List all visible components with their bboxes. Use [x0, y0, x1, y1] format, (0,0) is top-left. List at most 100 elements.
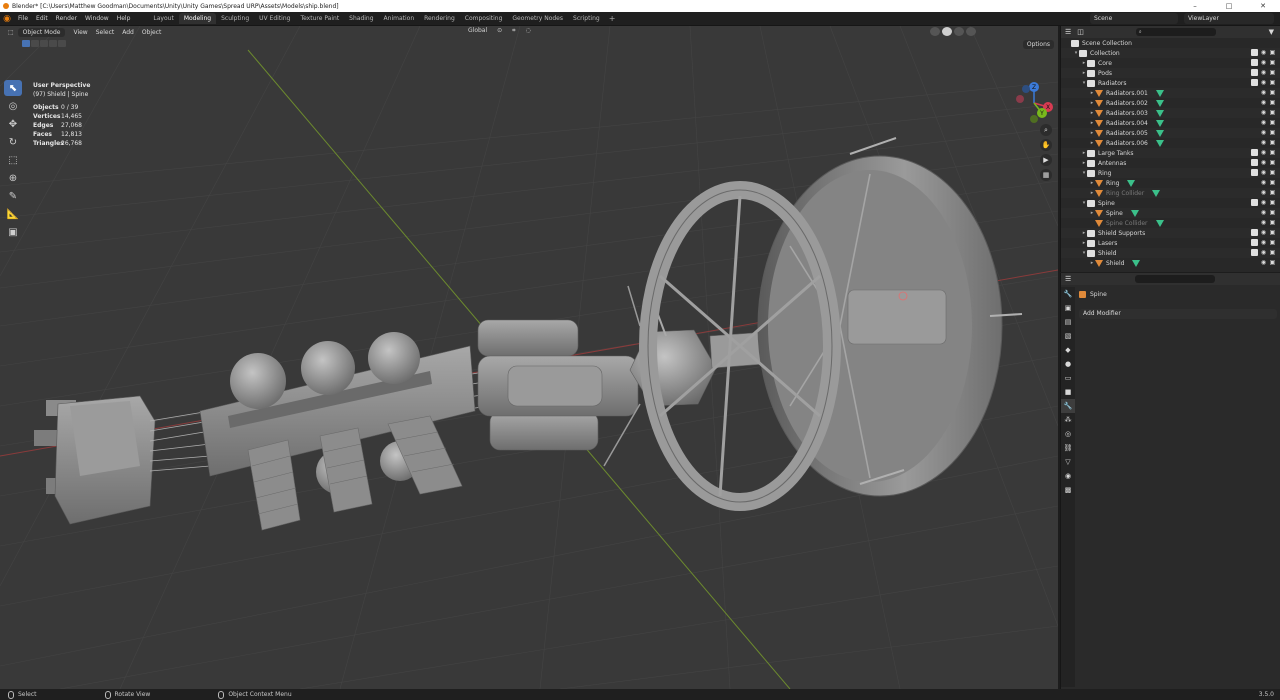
exclude-checkbox[interactable]: [1251, 239, 1258, 246]
render-camera-icon[interactable]: ▣: [1269, 129, 1276, 136]
world-tab-icon[interactable]: ●: [1061, 357, 1075, 371]
view-layer-tab-icon[interactable]: ▧: [1061, 329, 1075, 343]
texture-tab-icon[interactable]: ▩: [1061, 483, 1075, 497]
zoom-icon[interactable]: ⌕: [1040, 124, 1052, 136]
select-subtract-button[interactable]: [40, 40, 48, 47]
workspace-tab[interactable]: Compositing: [460, 13, 508, 24]
visibility-eye-icon[interactable]: ◉: [1260, 69, 1267, 76]
workspace-tab[interactable]: Shading: [344, 13, 378, 24]
visibility-eye-icon[interactable]: ◉: [1260, 249, 1267, 256]
workspace-tab[interactable]: Geometry Nodes: [507, 13, 568, 24]
outliner-row[interactable]: ▸ Radiators.006 ◉ ▣: [1061, 138, 1280, 148]
properties-editor-icon[interactable]: ☰: [1065, 275, 1071, 283]
menu-file[interactable]: File: [14, 15, 32, 22]
outliner-row[interactable]: ▸ Ring Collider ◉ ▣: [1061, 188, 1280, 198]
render-camera-icon[interactable]: ▣: [1269, 79, 1276, 86]
blender-logo-icon[interactable]: ◉: [0, 12, 14, 26]
visibility-eye-icon[interactable]: ◉: [1260, 99, 1267, 106]
outliner-row[interactable]: ▸ Radiators.002 ◉ ▣: [1061, 98, 1280, 108]
workspace-tab[interactable]: Sculpting: [216, 13, 254, 24]
options-dropdown[interactable]: Options: [1022, 40, 1054, 49]
cursor-tool-icon[interactable]: ◎: [4, 98, 22, 114]
pan-hand-icon[interactable]: ✋: [1040, 139, 1052, 151]
object-tab-icon[interactable]: ■: [1061, 385, 1075, 399]
outliner-row[interactable]: Spine Collider ◉ ▣: [1061, 218, 1280, 228]
navigation-gizmo[interactable]: Z X Y: [1012, 81, 1056, 125]
render-camera-icon[interactable]: ▣: [1269, 169, 1276, 176]
select-extend-button[interactable]: [31, 40, 39, 47]
render-camera-icon[interactable]: ▣: [1269, 69, 1276, 76]
outliner-row[interactable]: ▸ Radiators.001 ◉ ▣: [1061, 88, 1280, 98]
visibility-eye-icon[interactable]: ◉: [1260, 189, 1267, 196]
outliner-row[interactable]: ▸ Large Tanks ◉ ▣: [1061, 148, 1280, 158]
transform-tool-icon[interactable]: ⊕: [4, 170, 22, 186]
visibility-eye-icon[interactable]: ◉: [1260, 59, 1267, 66]
menu-help[interactable]: Help: [113, 15, 135, 22]
particles-tab-icon[interactable]: ⁂: [1061, 413, 1075, 427]
wireframe-shading-button[interactable]: [930, 27, 940, 36]
outliner-row[interactable]: ▸ Spine ◉ ▣: [1061, 208, 1280, 218]
menu-window[interactable]: Window: [81, 15, 113, 22]
visibility-eye-icon[interactable]: ◉: [1260, 259, 1267, 266]
rendered-shading-button[interactable]: [966, 27, 976, 36]
workspace-tab[interactable]: Texture Paint: [295, 13, 344, 24]
outliner-row[interactable]: Scene Collection: [1061, 38, 1280, 48]
outliner-editor-icon[interactable]: ☰: [1065, 28, 1071, 36]
visibility-eye-icon[interactable]: ◉: [1260, 89, 1267, 96]
render-camera-icon[interactable]: ▣: [1269, 179, 1276, 186]
properties-search-input[interactable]: [1135, 275, 1216, 283]
rotate-tool-icon[interactable]: ↻: [4, 134, 22, 150]
outliner-row[interactable]: ▸ Shield Supports ◉ ▣: [1061, 228, 1280, 238]
select-invert-button[interactable]: [49, 40, 57, 47]
render-camera-icon[interactable]: ▣: [1269, 109, 1276, 116]
viewport-menu-view[interactable]: View: [69, 29, 91, 36]
render-camera-icon[interactable]: ▣: [1269, 59, 1276, 66]
material-shading-button[interactable]: [954, 27, 964, 36]
filter-icon[interactable]: ▼: [1269, 28, 1274, 36]
perspective-grid-icon[interactable]: ▦: [1040, 169, 1052, 181]
outliner-row[interactable]: ▸ Core ◉ ▣: [1061, 58, 1280, 68]
outliner-row[interactable]: ▾ Shield ◉ ▣: [1061, 248, 1280, 258]
visibility-eye-icon[interactable]: ◉: [1260, 109, 1267, 116]
viewport-menu-add[interactable]: Add: [118, 29, 138, 36]
workspace-tab[interactable]: Modeling: [178, 13, 217, 24]
render-camera-icon[interactable]: ▣: [1269, 119, 1276, 126]
render-camera-icon[interactable]: ▣: [1269, 199, 1276, 206]
exclude-checkbox[interactable]: [1251, 149, 1258, 156]
select-box-tool-icon[interactable]: ⬉: [4, 80, 22, 96]
annotate-tool-icon[interactable]: ✎: [4, 188, 22, 204]
output-tab-icon[interactable]: ▤: [1061, 315, 1075, 329]
view-layer-selector[interactable]: ViewLayer: [1184, 13, 1274, 24]
exclude-checkbox[interactable]: [1251, 69, 1258, 76]
3d-viewport[interactable]: ⬚ Object Mode View Select Add Object Glo…: [0, 26, 1058, 689]
viewport-menu-object[interactable]: Object: [138, 29, 166, 36]
measure-tool-icon[interactable]: 📐: [4, 206, 22, 222]
data-tab-icon[interactable]: ▽: [1061, 455, 1075, 469]
outliner-row[interactable]: ▾ Spine ◉ ▣: [1061, 198, 1280, 208]
visibility-eye-icon[interactable]: ◉: [1260, 199, 1267, 206]
render-camera-icon[interactable]: ▣: [1269, 239, 1276, 246]
workspace-tab[interactable]: Layout: [148, 13, 178, 24]
menu-edit[interactable]: Edit: [32, 15, 52, 22]
outliner-row[interactable]: ▸ Lasers ◉ ▣: [1061, 238, 1280, 248]
add-modifier-button[interactable]: Add Modifier: [1079, 309, 1277, 319]
pivot-icon[interactable]: ⊙: [497, 27, 502, 35]
editor-type-icon[interactable]: ⬚: [4, 29, 18, 36]
outliner-row[interactable]: ▸ Antennas ◉ ▣: [1061, 158, 1280, 168]
render-camera-icon[interactable]: ▣: [1269, 99, 1276, 106]
visibility-eye-icon[interactable]: ◉: [1260, 129, 1267, 136]
visibility-eye-icon[interactable]: ◉: [1260, 139, 1267, 146]
exclude-checkbox[interactable]: [1251, 159, 1258, 166]
snap-icon[interactable]: ⌗: [512, 27, 515, 35]
visibility-eye-icon[interactable]: ◉: [1260, 219, 1267, 226]
visibility-eye-icon[interactable]: ◉: [1260, 79, 1267, 86]
render-camera-icon[interactable]: ▣: [1269, 149, 1276, 156]
camera-icon[interactable]: ▶: [1040, 154, 1052, 166]
menu-render[interactable]: Render: [52, 15, 81, 22]
collection-tab-icon[interactable]: ▭: [1061, 371, 1075, 385]
outliner-search-input[interactable]: ⌕: [1135, 28, 1216, 36]
visibility-eye-icon[interactable]: ◉: [1260, 159, 1267, 166]
outliner-row[interactable]: ▸ Pods ◉ ▣: [1061, 68, 1280, 78]
render-camera-icon[interactable]: ▣: [1269, 209, 1276, 216]
visibility-eye-icon[interactable]: ◉: [1260, 49, 1267, 56]
